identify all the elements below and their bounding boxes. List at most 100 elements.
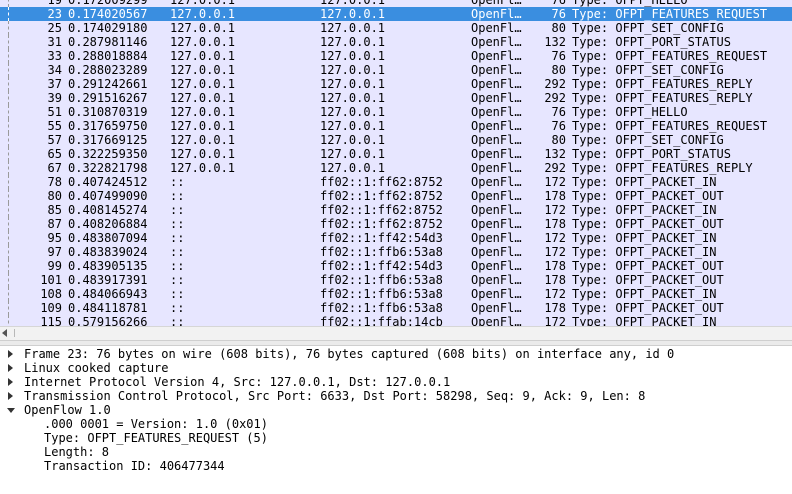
packet-row[interactable]: 99 0.483905135:: ff02::1:ff42:54d3 OpenFl… 1… (0, 259, 792, 273)
packet-time: 0.322259350 (68, 147, 148, 161)
detail-tree-node[interactable]: Internet Protocol Version 4, Src: 127.0.… (0, 375, 792, 389)
collapsed-arrow-icon[interactable] (8, 378, 13, 386)
packet-info: Type: OFPT_SET_CONFIG (572, 21, 724, 35)
packet-length: 172 (544, 315, 566, 326)
packet-protocol: OpenFl… (471, 231, 522, 245)
packet-info: Type: OFPT_PACKET_OUT (572, 273, 724, 287)
packet-source: 127.0.0.1 (170, 21, 236, 35)
packet-number: 97 (47, 245, 62, 259)
packet-length: 80 (551, 133, 566, 147)
packet-row[interactable]: 80 0.407499090:: ff02::1:ff62:8752 OpenFl… 1… (0, 189, 792, 203)
detail-field[interactable]: .000 0001 = Version: 1.0 (0x01) (0, 417, 792, 431)
collapsed-arrow-icon[interactable] (8, 364, 13, 372)
packet-row[interactable]: 108 0.484066943:: ff02::1:ffb6:53a8 OpenFl…… (0, 287, 792, 301)
horizontal-scrollbar[interactable] (0, 326, 792, 340)
packet-time: 0.483839024 (68, 245, 148, 259)
packet-info: Type: OFPT_PACKET_IN (572, 231, 717, 245)
packet-row[interactable]: 19 0.172009299 127.0.0.1 127.0.0.1 OpenFl… 76… (0, 0, 792, 7)
scroll-left-arrow-icon[interactable] (2, 329, 7, 337)
packet-length: 292 (544, 161, 566, 175)
packet-info: Type: OFPT_PACKET_IN (572, 175, 717, 189)
packet-length: 132 (544, 35, 566, 49)
detail-text: Transmission Control Protocol, Src Port:… (24, 389, 646, 403)
packet-row-selected[interactable]: 23 0.174020567 127.0.0.1 127.0.0.1 OpenFl… 76… (0, 7, 792, 21)
detail-field[interactable]: Length: 8 (0, 445, 792, 459)
packet-details-tree[interactable]: Frame 23: 76 bytes on wire (608 bits), 7… (0, 346, 792, 494)
packet-protocol: OpenFl… (471, 91, 522, 105)
packet-number: 109 (40, 301, 62, 315)
packet-info: Type: OFPT_PACKET_IN (572, 315, 717, 326)
packet-info: Type: OFPT_FEATURES_REPLY (572, 77, 753, 91)
packet-destination: ff02::1:ff42:54d3 (320, 231, 443, 245)
detail-tree-node[interactable]: Linux cooked capture (0, 361, 792, 375)
packet-row[interactable]: 65 0.322259350 127.0.0.1 127.0.0.1 OpenFl… 13… (0, 147, 792, 161)
packet-time: 0.310870319 (68, 105, 148, 119)
packet-time: 0.174029180 (68, 21, 148, 35)
packet-destination: 127.0.0.1 (320, 119, 386, 133)
expanded-arrow-icon[interactable] (7, 408, 15, 413)
packet-row[interactable]: 39 0.291516267 127.0.0.1 127.0.0.1 OpenFl… 29… (0, 91, 792, 105)
packet-length: 76 (551, 7, 566, 21)
packet-row[interactable]: 51 0.310870319 127.0.0.1 127.0.0.1 OpenFl… 76… (0, 105, 792, 119)
packet-length: 80 (551, 21, 566, 35)
packet-source: :: (170, 315, 185, 326)
packet-length: 178 (544, 189, 566, 203)
packet-info: Type: OFPT_PACKET_IN (572, 287, 717, 301)
collapsed-arrow-icon[interactable] (8, 392, 13, 400)
packet-row[interactable]: 87 0.408206884:: ff02::1:ff62:8752 OpenFl… 1… (0, 217, 792, 231)
packet-row[interactable]: 57 0.317669125 127.0.0.1 127.0.0.1 OpenFl… 80… (0, 133, 792, 147)
packet-source: :: (170, 203, 185, 217)
packet-row[interactable]: 101 0.483917391:: ff02::1:ffb6:53a8 OpenFl…… (0, 273, 792, 287)
detail-tree-node[interactable]: Transmission Control Protocol, Src Port:… (0, 389, 792, 403)
packet-protocol: OpenFl… (471, 245, 522, 259)
packet-protocol: OpenFl… (471, 133, 522, 147)
detail-tree-node[interactable]: Frame 23: 76 bytes on wire (608 bits), 7… (0, 347, 792, 361)
packet-number: 87 (47, 217, 62, 231)
packet-destination: ff02::1:ff62:8752 (320, 189, 443, 203)
packet-destination: 127.0.0.1 (320, 35, 386, 49)
packet-protocol: OpenFl… (471, 175, 522, 189)
packet-length: 178 (544, 217, 566, 231)
packet-row[interactable]: 33 0.288018884 127.0.0.1 127.0.0.1 OpenFl… 76… (0, 49, 792, 63)
packet-row[interactable]: 95 0.483807094:: ff02::1:ff42:54d3 OpenFl… 1… (0, 231, 792, 245)
packet-row[interactable]: 31 0.287981146 127.0.0.1 127.0.0.1 OpenFl… 13… (0, 35, 792, 49)
collapsed-arrow-icon[interactable] (8, 350, 13, 358)
packet-row[interactable]: 67 0.322821798 127.0.0.1 127.0.0.1 OpenFl… 29… (0, 161, 792, 175)
packet-info: Type: OFPT_SET_CONFIG (572, 63, 724, 77)
packet-source: 127.0.0.1 (170, 0, 236, 7)
packet-source: 127.0.0.1 (170, 161, 236, 175)
packet-number: 80 (47, 189, 62, 203)
detail-field[interactable]: Type: OFPT_FEATURES_REQUEST (5) (0, 431, 792, 445)
packet-time: 0.317659750 (68, 119, 148, 133)
packet-row[interactable]: 37 0.291242661 127.0.0.1 127.0.0.1 OpenFl… 29… (0, 77, 792, 91)
packet-length: 178 (544, 259, 566, 273)
packet-length: 76 (551, 105, 566, 119)
detail-tree-node[interactable]: OpenFlow 1.0 (0, 403, 792, 417)
packet-number: 108 (40, 287, 62, 301)
packet-row[interactable]: 78 0.407424512:: ff02::1:ff62:8752 OpenFl… 1… (0, 175, 792, 189)
packet-list[interactable]: 19 0.172009299 127.0.0.1 127.0.0.1 OpenFl… 76… (0, 0, 792, 326)
packet-number: 19 (47, 0, 62, 7)
packet-destination: ff02::1:ffb6:53a8 (320, 273, 443, 287)
packet-row[interactable]: 109 0.484118781:: ff02::1:ffb6:53a8 OpenFl…… (0, 301, 792, 315)
packet-row[interactable]: 25 0.174029180 127.0.0.1 127.0.0.1 OpenFl… 80… (0, 21, 792, 35)
packet-row[interactable]: 97 0.483839024:: ff02::1:ffb6:53a8 OpenFl… 1… (0, 245, 792, 259)
packet-row[interactable]: 115 0.579156266:: ff02::1:ffab:14cb OpenFl…… (0, 315, 792, 326)
packet-number: 57 (47, 133, 62, 147)
packet-time: 0.483905135 (68, 259, 148, 273)
scrollbar-track[interactable] (14, 329, 792, 337)
packet-destination: ff02::1:ff42:54d3 (320, 259, 443, 273)
packet-info: Type: OFPT_FEATURES_REQUEST (572, 7, 768, 21)
packet-source: 127.0.0.1 (170, 133, 236, 147)
packet-number: 115 (40, 315, 62, 326)
packet-number: 67 (47, 161, 62, 175)
packet-source: :: (170, 259, 185, 273)
packet-info: Type: OFPT_PORT_STATUS (572, 147, 731, 161)
packet-row[interactable]: 55 0.317659750 127.0.0.1 127.0.0.1 OpenFl… 76… (0, 119, 792, 133)
packet-row[interactable]: 34 0.288023289 127.0.0.1 127.0.0.1 OpenFl… 80… (0, 63, 792, 77)
packet-row[interactable]: 85 0.408145274:: ff02::1:ff62:8752 OpenFl… 1… (0, 203, 792, 217)
detail-field[interactable]: Transaction ID: 406477344 (0, 459, 792, 473)
packet-protocol: OpenFl… (471, 0, 522, 7)
packet-destination: ff02::1:ff62:8752 (320, 175, 443, 189)
detail-text: Linux cooked capture (24, 361, 169, 375)
